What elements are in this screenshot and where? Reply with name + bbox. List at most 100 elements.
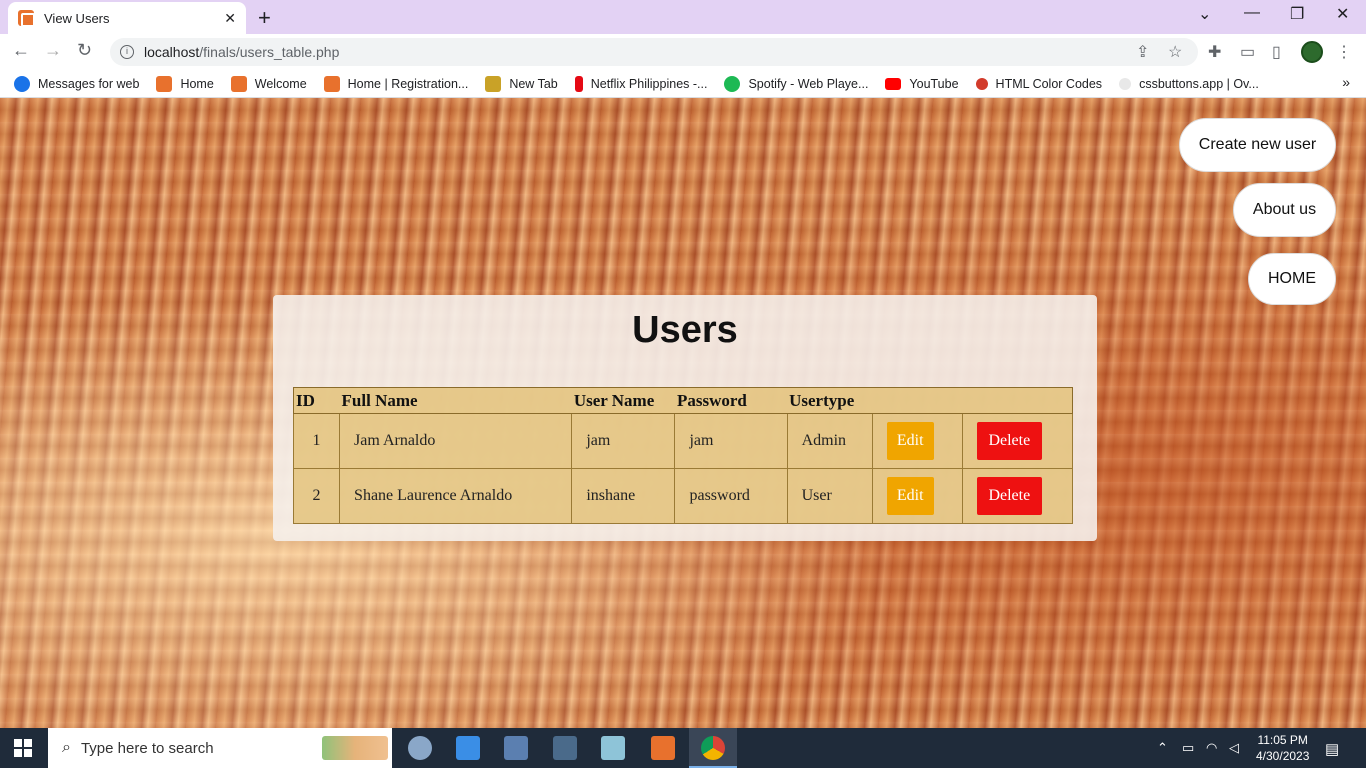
network-app-icon[interactable] <box>504 736 528 760</box>
windows-taskbar: ⌕ Type here to search ⌃ ▭ ◠ ◁ 11:05 PM 4… <box>0 728 1366 768</box>
cell-user-name: inshane <box>571 468 676 524</box>
about-us-button[interactable]: About us <box>1233 183 1336 237</box>
bookmark-spotify[interactable]: Spotify - Web Playe... <box>724 75 869 92</box>
chrome-icon <box>701 736 725 760</box>
cell-edit: Edit <box>871 468 963 524</box>
cell-user-name: jam <box>571 413 676 469</box>
bookmark-label: Welcome <box>254 76 307 91</box>
header-user-name: User Name <box>571 387 675 414</box>
notes-app-icon[interactable] <box>601 736 625 760</box>
header-usertype: Usertype <box>787 387 873 414</box>
windows-start-icon[interactable] <box>14 739 32 757</box>
drinks-widget-icon[interactable] <box>322 736 388 760</box>
tray-overflow-icon[interactable]: ⌃ <box>1157 740 1168 756</box>
taskbar-clock[interactable]: 11:05 PM 4/30/2023 <box>1256 732 1309 764</box>
bookmark-label: Home | Registration... <box>347 76 469 91</box>
xampp-favicon-icon <box>18 10 35 27</box>
pma-icon <box>485 75 502 92</box>
bookmark-messages[interactable]: Messages for web <box>14 75 139 92</box>
bookmark-label: Home <box>180 76 214 91</box>
chrome-taskbar-button[interactable] <box>689 728 737 768</box>
wifi-icon[interactable]: ◠ <box>1206 740 1217 756</box>
create-new-user-button[interactable]: Create new user <box>1179 118 1336 172</box>
bookmark-new-tab[interactable]: New Tab <box>485 75 558 92</box>
volume-icon[interactable]: ◁ <box>1229 740 1239 756</box>
browser-tab[interactable]: View Users ✕ <box>8 2 246 34</box>
back-icon[interactable]: ← <box>12 40 30 61</box>
edit-button[interactable]: Edit <box>886 422 934 460</box>
home-button[interactable]: HOME <box>1248 253 1336 305</box>
delete-button[interactable]: Delete <box>976 477 1042 515</box>
bookmark-youtube[interactable]: YouTube <box>885 76 959 91</box>
delete-button[interactable]: Delete <box>976 422 1042 460</box>
messages-icon <box>14 75 30 92</box>
url-path: /finals/users_table.php <box>199 44 340 60</box>
table-row: 2 Shane Laurence Arnaldo inshane passwor… <box>292 468 1074 524</box>
cell-full-name: Jam Arnaldo <box>339 413 573 469</box>
address-bar[interactable]: i localhost/finals/users_table.php <box>110 38 1198 66</box>
page-title: Users <box>632 309 738 351</box>
tab-search-icon[interactable]: ⌄ <box>1198 4 1211 24</box>
bookmark-welcome[interactable]: Welcome <box>230 75 307 92</box>
minimize-icon[interactable]: — <box>1244 4 1260 22</box>
restore-icon[interactable]: ❐ <box>1290 4 1304 24</box>
cell-usertype: User <box>786 468 873 524</box>
bookmark-registration[interactable]: Home | Registration... <box>323 75 469 92</box>
notifications-icon[interactable]: ▤ <box>1325 740 1339 758</box>
edit-button[interactable]: Edit <box>886 477 934 515</box>
forward-icon[interactable]: → <box>44 40 62 61</box>
header-delete <box>962 387 1074 414</box>
cell-password: jam <box>674 413 788 469</box>
tab-title: View Users <box>44 10 110 26</box>
bookmark-html-color-codes[interactable]: HTML Color Codes <box>975 77 1102 91</box>
search-placeholder: Type here to search <box>80 739 214 757</box>
cast-icon[interactable]: ▭ <box>1240 42 1255 62</box>
bookmark-netflix[interactable]: Netflix Philippines -... <box>574 75 708 92</box>
cell-password: password <box>674 468 788 524</box>
bookmark-star-icon[interactable]: ☆ <box>1168 42 1182 62</box>
cell-usertype: Admin <box>786 413 873 469</box>
bookmark-label: Spotify - Web Playe... <box>748 76 869 91</box>
url-host: localhost <box>144 44 200 60</box>
xampp-taskbar-icon[interactable] <box>651 736 675 760</box>
clock-time: 11:05 PM <box>1257 733 1308 747</box>
color-codes-icon <box>975 77 988 90</box>
cell-id: 2 <box>292 468 341 524</box>
bookmark-label: Netflix Philippines -... <box>590 76 708 91</box>
side-panel-icon[interactable]: ▯ <box>1272 42 1281 62</box>
reload-icon[interactable]: ↻ <box>77 40 92 61</box>
url-text: localhost/finals/users_table.php <box>144 44 339 60</box>
paint-app-icon[interactable] <box>408 736 432 760</box>
page-background: Create new user About us HOME Users ID F… <box>0 98 1366 728</box>
file-explorer-icon[interactable] <box>456 736 480 760</box>
bookmark-label: New Tab <box>509 76 558 91</box>
clock-date: 4/30/2023 <box>1256 749 1310 763</box>
bookmark-label: YouTube <box>909 76 959 91</box>
calculator-icon[interactable] <box>553 736 577 760</box>
close-tab-icon[interactable]: ✕ <box>224 10 236 27</box>
users-card: Users ID Full Name User Name Password Us… <box>273 295 1097 541</box>
xampp-icon <box>323 75 340 92</box>
profile-avatar[interactable] <box>1301 41 1323 63</box>
battery-icon[interactable]: ▭ <box>1182 740 1194 756</box>
youtube-icon <box>885 77 902 90</box>
cell-id: 1 <box>292 413 341 469</box>
users-table: ID Full Name User Name Password Usertype… <box>292 387 1074 524</box>
header-full-name: Full Name <box>339 387 572 414</box>
share-icon[interactable]: ⇪ <box>1136 42 1149 62</box>
browser-toolbar: ← → ↻ i localhost/finals/users_table.php… <box>0 34 1366 70</box>
cell-delete: Delete <box>961 468 1074 524</box>
menu-icon[interactable]: ⋮ <box>1336 42 1352 62</box>
xampp-icon <box>156 75 173 92</box>
xampp-icon <box>230 75 247 92</box>
extensions-icon[interactable]: ✚ <box>1208 42 1221 62</box>
close-window-icon[interactable]: ✕ <box>1336 4 1349 24</box>
new-tab-icon[interactable]: + <box>258 5 271 31</box>
bookmarks-bar: Messages for web Home Welcome Home | Reg… <box>0 70 1366 98</box>
bookmark-home[interactable]: Home <box>156 75 214 92</box>
bookmarks-overflow-icon[interactable]: » <box>1342 74 1350 90</box>
site-info-icon[interactable]: i <box>120 45 134 59</box>
browser-tab-bar: View Users ✕ + ⌄ — ❐ ✕ <box>0 0 1366 34</box>
spotify-icon <box>724 75 741 92</box>
bookmark-cssbuttons[interactable]: cssbuttons.app | Ov... <box>1119 77 1259 91</box>
